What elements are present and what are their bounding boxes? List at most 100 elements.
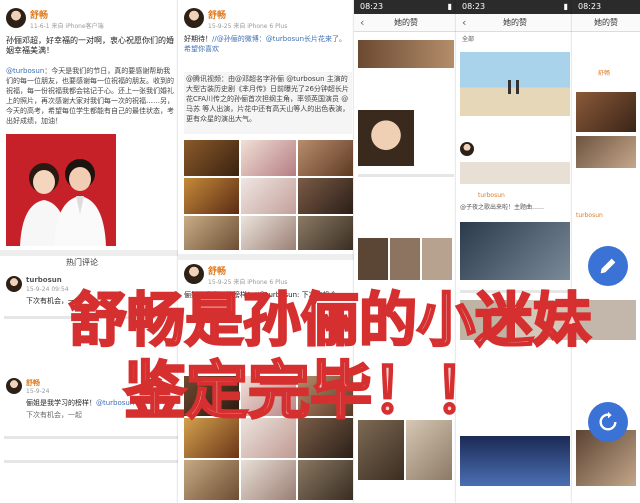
panel-weibo-post-1: 舒畅 11-6-1 来自 iPhone客户端 孙俪邓超，好幸福的一对啊，衷心祝愿… — [0, 0, 182, 503]
chevron-left-icon[interactable]: ‹ — [360, 14, 364, 32]
tab-all[interactable]: 全部 — [462, 36, 474, 44]
grid-photo[interactable] — [298, 140, 353, 176]
card-username[interactable]: turbosun — [576, 212, 603, 220]
stage-photo[interactable] — [460, 436, 570, 486]
liked-photo[interactable] — [576, 300, 636, 340]
hot-comments-label: 热门评论 — [66, 258, 98, 267]
post-text: 孙俪邓超，好幸福的一对啊，衷心祝愿你们的婚姻幸福美满！ — [6, 36, 174, 55]
avatar[interactable] — [6, 8, 26, 28]
post-text-main: 好期待！ — [184, 35, 212, 43]
grid-photo[interactable] — [184, 178, 239, 214]
grid-photo[interactable] — [241, 376, 296, 416]
beach-photo[interactable] — [460, 52, 570, 116]
grid-photo[interactable] — [241, 460, 296, 500]
grid-photo[interactable] — [184, 376, 239, 416]
liked-photo[interactable] — [516, 300, 570, 340]
wedding-photo-art — [6, 134, 116, 246]
liked-photo[interactable] — [390, 238, 420, 280]
grid-photo[interactable] — [298, 418, 353, 458]
nav-title: 她的赞 — [394, 18, 418, 27]
nav-title: 她的赞 — [594, 18, 618, 27]
forwarded-post: @turbosun：今天是我们的节日，真的要感谢帮助我们的每一位朋友，也要感谢每… — [6, 66, 176, 128]
comment-text-main: 俪姐是我学习的榜样！ — [26, 399, 96, 407]
liked-photo[interactable] — [422, 238, 452, 280]
card-username[interactable]: turbosun — [478, 192, 505, 200]
divider — [358, 174, 454, 177]
pencil-icon — [600, 258, 616, 274]
divider — [4, 316, 178, 319]
liked-photo[interactable] — [358, 420, 404, 480]
panel-liked-list-1: 08:23 ▮ ‹ 她的赞 — [354, 0, 458, 503]
avatar[interactable] — [460, 142, 474, 156]
nav-bar: ‹ 她的赞 — [354, 14, 458, 32]
grid-photo[interactable] — [184, 460, 239, 500]
nav-title: 她的赞 — [503, 18, 527, 27]
refresh-icon — [599, 411, 617, 431]
grid-photo[interactable] — [184, 216, 239, 250]
refresh-button[interactable] — [588, 402, 628, 442]
status-bar: 08:23 ▮ — [354, 0, 458, 14]
grid-photo[interactable] — [241, 178, 296, 214]
post-meta: 11-6-1 来自 iPhone客户端 — [30, 23, 104, 30]
divider — [0, 250, 182, 256]
liked-photo[interactable] — [576, 136, 636, 168]
comment-text: 俪姐是我学习的榜样！@turbosun — [26, 398, 176, 408]
screenshot-collage: 舒畅 11-6-1 来自 iPhone客户端 孙俪邓超，好幸福的一对啊，衷心祝愿… — [0, 0, 640, 503]
grid-photo[interactable] — [184, 140, 239, 176]
card-username[interactable]: 舒畅 — [598, 70, 610, 78]
forward-text: ：今天是我们的节日，真的要感谢帮助我们的每一位朋友，也要感谢每一位祝福的朋友。收… — [6, 67, 174, 125]
drama-photo-grid — [184, 140, 354, 250]
forward-mention[interactable]: @turbosun — [6, 67, 44, 75]
grid-photo[interactable] — [241, 418, 296, 458]
battery-icon: ▮ — [563, 2, 568, 11]
nav-bar: 她的赞 — [572, 14, 640, 32]
post-username[interactable]: 舒畅 — [208, 264, 226, 277]
status-bar: 08:23 — [572, 0, 640, 14]
divider — [4, 460, 178, 463]
comment-avatar[interactable] — [6, 276, 22, 292]
status-time: 08:23 — [462, 2, 486, 11]
child-photo[interactable] — [358, 110, 414, 166]
comment-avatar[interactable] — [6, 378, 22, 394]
comment-username[interactable]: turbosun — [26, 276, 62, 284]
liked-photo[interactable] — [576, 92, 636, 132]
liked-photo[interactable] — [358, 40, 454, 68]
comment-username[interactable]: 舒畅 — [26, 378, 40, 388]
avatar[interactable] — [184, 264, 204, 284]
battery-icon: ▮ — [447, 2, 452, 11]
grid-photo[interactable] — [241, 216, 296, 250]
grid-photo[interactable] — [184, 418, 239, 458]
grid-photo[interactable] — [298, 178, 353, 214]
wedding-photo[interactable] — [6, 134, 116, 246]
card-text: @子夜之歌出来啦！主题曲…… — [460, 204, 545, 211]
liked-photo[interactable] — [406, 420, 452, 480]
post-text: 好期待！//@孙俪的微博：@turbosun长片花来了。希望你喜欢 — [184, 34, 352, 68]
comment-meta: 15-9-24 09:54 — [26, 286, 69, 293]
comment-mention[interactable]: @turbosun — [96, 399, 134, 407]
comment-reply: 下次有机会，一起 — [26, 411, 82, 419]
liked-photo[interactable] — [460, 300, 514, 340]
comment-meta: 15-9-24 — [26, 388, 50, 395]
avatar[interactable] — [184, 8, 204, 28]
grid-photo[interactable] — [241, 140, 296, 176]
post-meta: 15-9-25 来自 iPhone 6 Plus — [208, 279, 288, 286]
post-text: 俪姐是我学习的榜样！//@turbosun: 下次有机会 — [184, 291, 337, 299]
grid-photo[interactable] — [298, 376, 353, 416]
liked-photo[interactable] — [358, 238, 388, 280]
nav-bar: ‹ 她的赞 — [456, 14, 574, 32]
post-meta: 15-9-25 来自 iPhone 6 Plus — [208, 23, 288, 30]
post-username[interactable]: 舒畅 — [30, 8, 48, 21]
video-thumbnail[interactable] — [460, 222, 570, 280]
grid-photo[interactable] — [298, 460, 353, 500]
comment-text: 下次有机会，一起 — [26, 297, 82, 305]
panel-liked-list-2: 08:23 ▮ ‹ 她的赞 全部 turbosun @子夜之歌出来啦！主题曲…… — [456, 0, 574, 503]
beach-photo-art — [508, 80, 519, 94]
forwarded-post: @腾讯视频：由@邓超名字孙俪 @turbosun 主演的大型古装历史剧《芈月传》… — [184, 72, 352, 134]
chevron-left-icon[interactable]: ‹ — [462, 14, 466, 32]
divider — [460, 290, 570, 293]
status-time: 08:23 — [360, 2, 384, 11]
post-username[interactable]: 舒畅 — [208, 8, 226, 21]
compose-button[interactable] — [588, 246, 628, 286]
liked-photo[interactable] — [460, 162, 570, 184]
grid-photo[interactable] — [298, 216, 353, 250]
